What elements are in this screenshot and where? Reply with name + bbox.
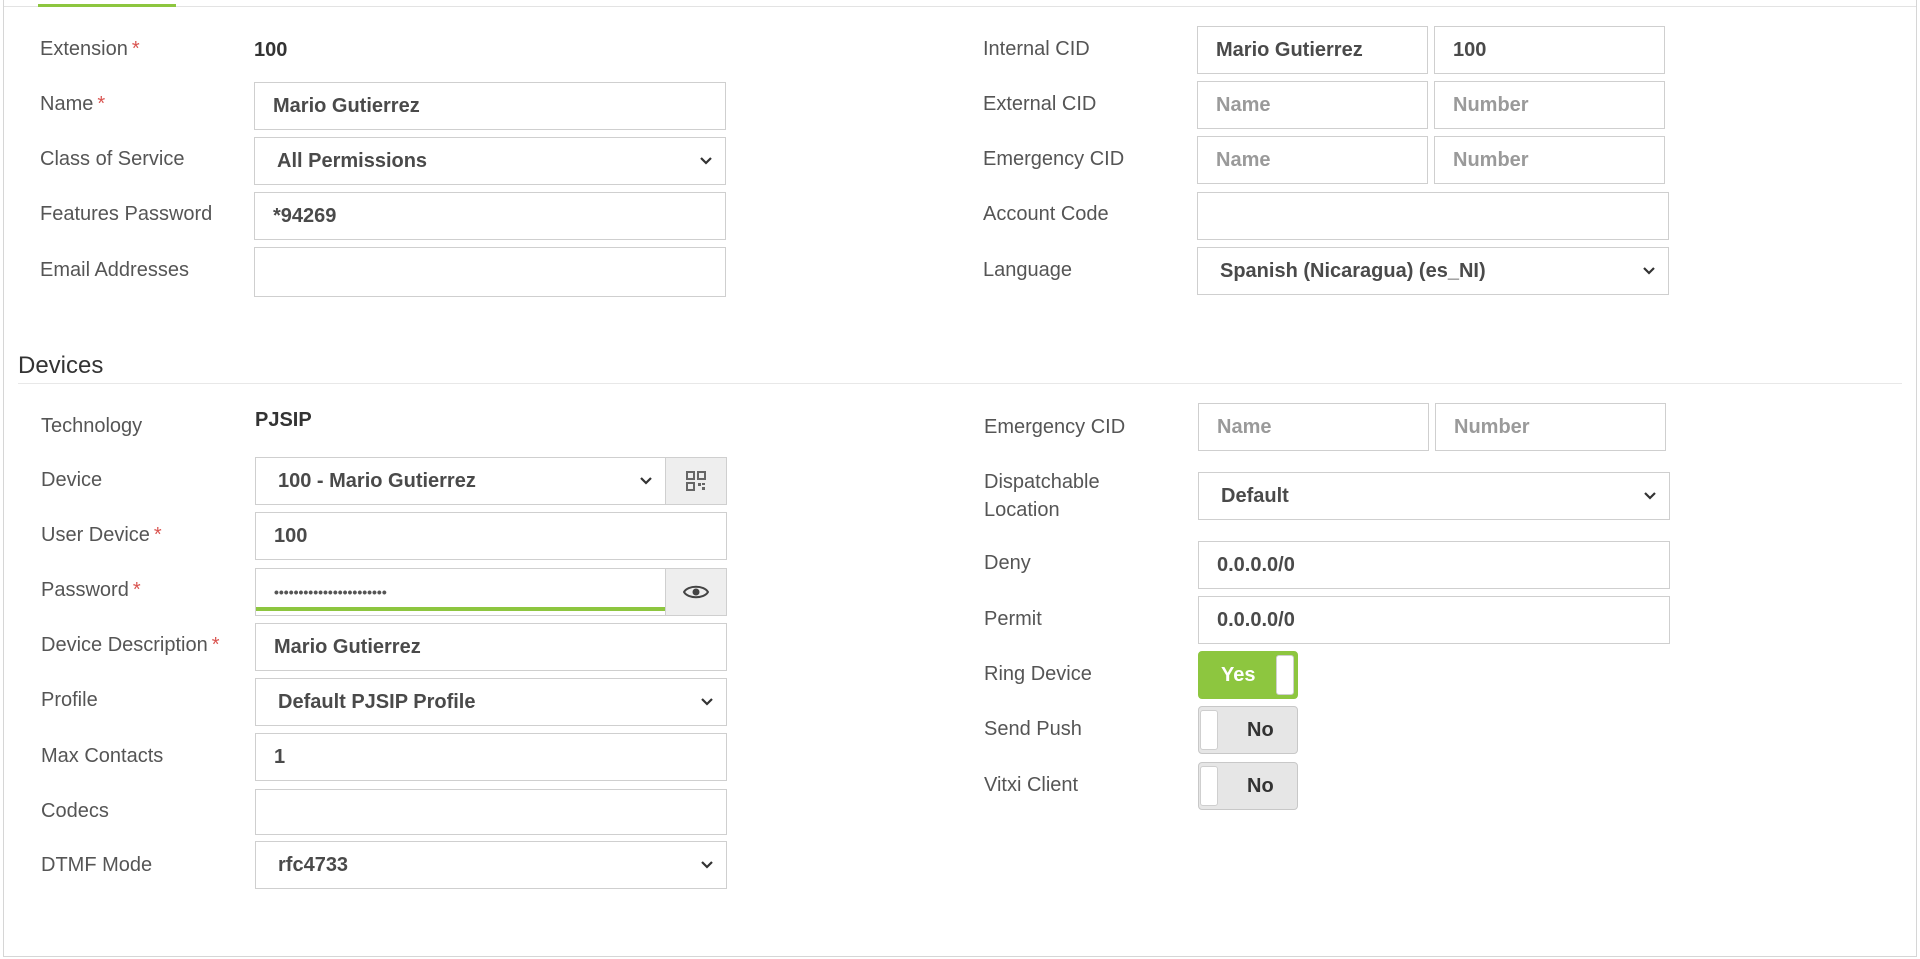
internal-cid-name-input[interactable]: [1197, 26, 1428, 74]
technology-label: Technology: [41, 415, 143, 437]
class-of-service-value: All Permissions: [277, 150, 428, 172]
dtmf-mode-select[interactable]: rfc4733: [255, 841, 727, 889]
profile-value: Default PJSIP Profile: [278, 691, 476, 713]
max-contacts-label: Max Contacts: [41, 745, 164, 767]
features-password-input[interactable]: [254, 192, 726, 240]
profile-select[interactable]: Default PJSIP Profile: [255, 678, 727, 726]
chevron-down-icon: [1643, 267, 1655, 275]
class-of-service-label: Class of Service: [40, 148, 185, 170]
device-emergency-cid-label: Emergency CID: [984, 416, 1126, 438]
password-strength-bar: [256, 607, 665, 611]
toggle-knob: [1276, 655, 1294, 695]
features-password-label: Features Password: [40, 203, 213, 225]
active-tab-indicator: [38, 4, 176, 7]
top-divider: [4, 6, 1916, 7]
external-cid-name-input[interactable]: [1197, 81, 1428, 129]
user-device-label: User Device *: [41, 524, 162, 546]
language-select[interactable]: Spanish (Nicaragua) (es_NI): [1197, 247, 1669, 295]
name-label: Name *: [40, 93, 106, 115]
external-cid-number-input[interactable]: [1434, 81, 1665, 129]
device-select[interactable]: 100 - Mario Gutierrez: [255, 457, 666, 505]
chevron-down-icon: [700, 157, 712, 165]
extension-label: Extension *: [40, 38, 140, 60]
device-description-input[interactable]: [255, 623, 727, 671]
device-emergency-cid-name-input[interactable]: [1198, 403, 1429, 451]
dtmf-mode-value: rfc4733: [278, 854, 349, 876]
qr-code-icon: [686, 471, 706, 491]
chevron-down-icon: [1644, 492, 1656, 500]
email-addresses-input[interactable]: [254, 247, 726, 297]
device-description-label: Device Description *: [41, 634, 220, 656]
codecs-label: Codecs: [41, 800, 109, 822]
permit-label: Permit: [984, 608, 1042, 630]
extension-value: 100: [254, 39, 288, 61]
class-of-service-select[interactable]: All Permissions: [254, 137, 726, 185]
chevron-down-icon: [701, 861, 713, 869]
max-contacts-input[interactable]: [255, 733, 727, 781]
device-emergency-cid-number-input[interactable]: [1435, 403, 1666, 451]
vitxi-client-state: No: [1247, 775, 1274, 797]
toggle-knob: [1200, 766, 1218, 806]
vitxi-client-toggle[interactable]: No: [1198, 762, 1298, 810]
permit-input[interactable]: [1198, 596, 1670, 644]
emergency-cid-name-input[interactable]: [1197, 136, 1428, 184]
device-qr-button[interactable]: [665, 457, 727, 505]
internal-cid-label: Internal CID: [983, 38, 1090, 60]
technology-value: PJSIP: [255, 409, 312, 431]
dispatchable-location-value: Default: [1221, 485, 1289, 507]
codecs-input[interactable]: [255, 789, 727, 835]
ring-device-toggle[interactable]: Yes: [1198, 651, 1298, 699]
password-label: Password *: [41, 579, 141, 601]
send-push-label: Send Push: [984, 718, 1082, 740]
chevron-down-icon: [640, 477, 652, 485]
device-label: Device: [41, 469, 103, 491]
toggle-knob: [1200, 710, 1218, 750]
eye-icon: [683, 585, 709, 599]
chevron-down-icon: [701, 698, 713, 706]
profile-label: Profile: [41, 689, 98, 711]
vitxi-client-label: Vitxi Client: [984, 774, 1079, 796]
send-push-toggle[interactable]: No: [1198, 706, 1298, 754]
email-addresses-label: Email Addresses: [40, 259, 189, 281]
account-code-input[interactable]: [1197, 192, 1669, 240]
language-label: Language: [983, 259, 1072, 281]
dtmf-mode-label: DTMF Mode: [41, 854, 153, 876]
devices-section-title: Devices: [18, 352, 104, 379]
emergency-cid-number-input[interactable]: [1434, 136, 1665, 184]
device-value: 100 - Mario Gutierrez: [278, 470, 476, 492]
account-code-label: Account Code: [983, 203, 1109, 225]
user-device-input[interactable]: [255, 512, 727, 560]
dispatchable-location-label: Dispatchable Location: [984, 471, 1100, 521]
deny-input[interactable]: [1198, 541, 1670, 589]
ring-device-label: Ring Device: [984, 663, 1092, 685]
devices-divider: [18, 383, 1902, 384]
deny-label: Deny: [984, 552, 1031, 574]
language-value: Spanish (Nicaragua) (es_NI): [1220, 260, 1486, 282]
ring-device-state: Yes: [1221, 664, 1256, 686]
dispatchable-location-select[interactable]: Default: [1198, 472, 1670, 520]
name-input[interactable]: [254, 82, 726, 130]
send-push-state: No: [1247, 719, 1274, 741]
external-cid-label: External CID: [983, 93, 1097, 115]
emergency-cid-label: Emergency CID: [983, 148, 1125, 170]
show-password-button[interactable]: [665, 568, 727, 616]
internal-cid-number-input[interactable]: [1434, 26, 1665, 74]
